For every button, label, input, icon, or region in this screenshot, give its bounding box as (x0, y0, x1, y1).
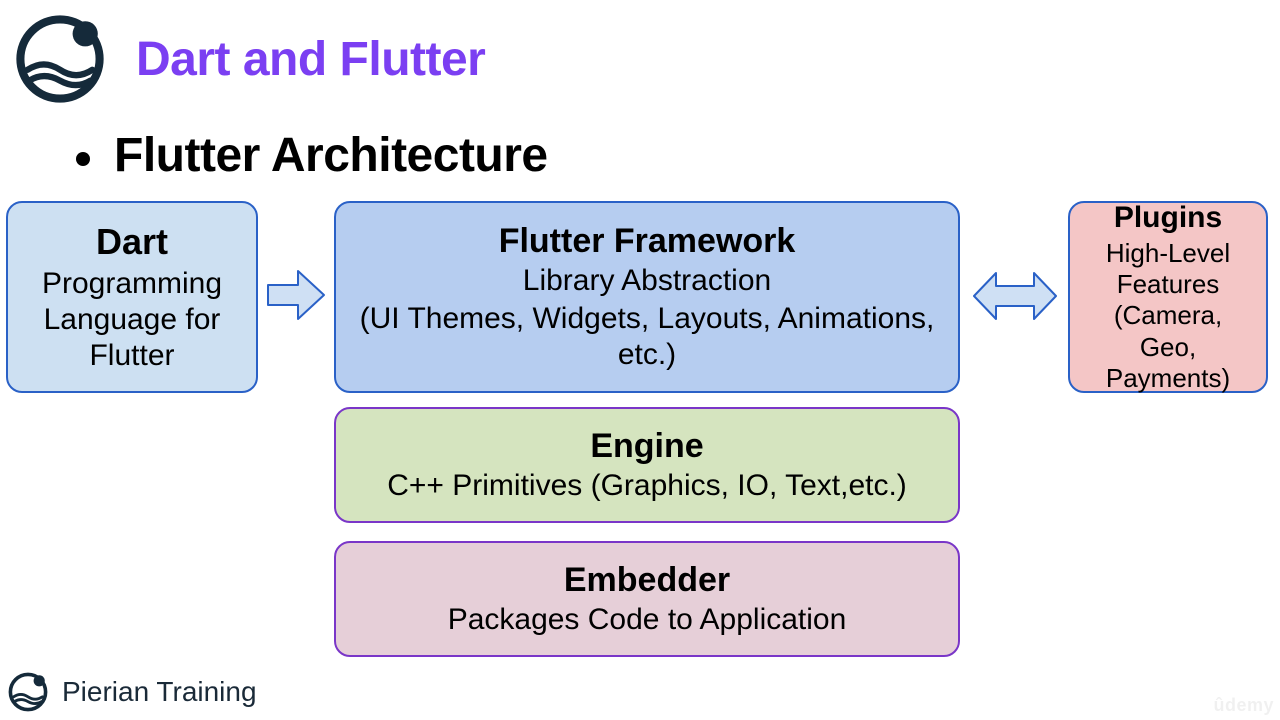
architecture-diagram: Dart Programming Language for Flutter Fl… (0, 201, 1280, 661)
engine-body: C++ Primitives (Graphics, IO, Text,etc.) (387, 466, 907, 504)
slide-header: Dart and Flutter (0, 0, 1280, 104)
embedder-box: Embedder Packages Code to Application (334, 541, 960, 657)
framework-box: Flutter Framework Library Abstraction (U… (334, 201, 960, 393)
heading-row: Flutter Architecture (76, 128, 1280, 183)
framework-title: Flutter Framework (499, 221, 796, 262)
pierian-logo-small-icon (6, 672, 50, 712)
slide-title: Dart and Flutter (136, 32, 485, 87)
engine-title: Engine (590, 426, 703, 467)
watermark: ûdemy (1213, 695, 1274, 716)
section-heading: Flutter Architecture (114, 128, 548, 183)
dart-box: Dart Programming Language for Flutter (6, 201, 258, 393)
plugins-title: Plugins (1114, 200, 1222, 236)
engine-box: Engine C++ Primitives (Graphics, IO, Tex… (334, 407, 960, 523)
arrow-right-icon (266, 267, 326, 323)
bullet-icon (76, 152, 90, 166)
embedder-body: Packages Code to Application (448, 600, 847, 638)
embedder-title: Embedder (564, 560, 730, 601)
footer: Pierian Training (6, 672, 257, 712)
framework-line2: (UI Themes, Widgets, Layouts, Animations… (350, 299, 944, 373)
plugins-body: High-Level Features (Camera, Geo, Paymen… (1084, 236, 1252, 394)
footer-text: Pierian Training (62, 676, 257, 708)
framework-line1: Library Abstraction (523, 261, 771, 299)
arrow-double-icon (972, 269, 1058, 323)
plugins-box: Plugins High-Level Features (Camera, Geo… (1068, 201, 1268, 393)
dart-body: Programming Language for Flutter (22, 264, 242, 374)
pierian-logo-icon (12, 14, 108, 104)
dart-title: Dart (96, 220, 168, 263)
